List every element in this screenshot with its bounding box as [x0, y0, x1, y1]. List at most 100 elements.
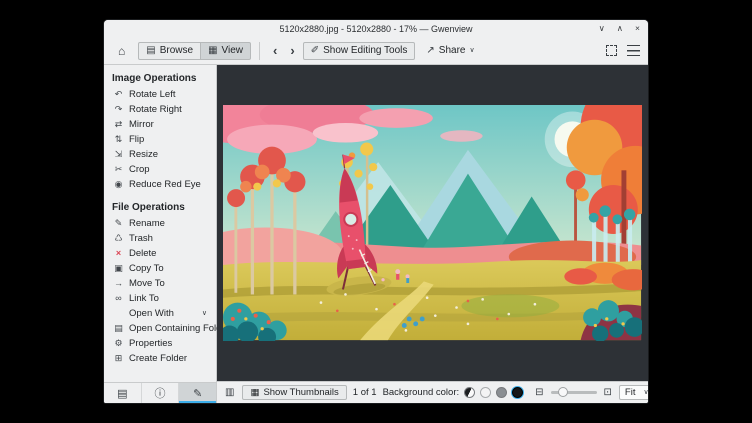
view-label: View	[222, 46, 244, 56]
sidebar-tab-bar: ▤ ⓘ ✎	[104, 382, 216, 403]
toolbar-right-group	[606, 45, 642, 56]
operations-sidebar: Image Operations ↶ Rotate Left ↷ Rotate …	[104, 65, 217, 403]
show-editing-tools-label: Show Editing Tools	[323, 46, 407, 56]
zoom-controls: ⊟ ⊡ Fit ∨	[533, 385, 648, 401]
background-auto-swatch[interactable]	[464, 387, 475, 398]
information-tab[interactable]: ⓘ	[142, 383, 180, 403]
select-region-icon[interactable]	[606, 45, 617, 56]
reduce-red-eye-item[interactable]: ◉ Reduce Red Eye	[104, 177, 216, 192]
mirror-item[interactable]: ⇄ Mirror	[104, 117, 216, 132]
zoom-out-icon[interactable]: ⊟	[533, 388, 545, 398]
delete-item[interactable]: × Delete	[104, 246, 216, 261]
rotate-right-icon: ↷	[113, 105, 124, 114]
rename-item[interactable]: ✎ Rename	[104, 216, 216, 231]
thumbnail-bar-icon[interactable]: ▥	[223, 388, 236, 398]
share-button[interactable]: ↗ Share ∨	[418, 42, 482, 60]
pencil-icon: ✎	[193, 387, 202, 400]
edit-tab[interactable]: ✎	[179, 383, 216, 403]
properties-item[interactable]: ⚙ Properties	[104, 336, 216, 351]
rotate-left-label: Rotate Left	[129, 89, 175, 100]
copy-icon: ▣	[113, 264, 124, 273]
mode-switcher: ▤ Browse ▦ View	[138, 42, 251, 60]
thumbnails-grid-icon: ▦	[250, 388, 259, 398]
background-color-group: Background color:	[383, 387, 524, 398]
link-to-item[interactable]: ∞ Link To	[104, 291, 216, 306]
delete-icon: ×	[113, 249, 124, 258]
background-light-swatch[interactable]	[480, 387, 491, 398]
background-gray-swatch[interactable]	[496, 387, 507, 398]
chevron-down-icon: ∨	[202, 308, 210, 319]
move-icon: →	[113, 279, 124, 288]
zoom-mode-dropdown[interactable]: Fit ∨	[619, 385, 648, 401]
move-to-label: Move To	[129, 278, 165, 289]
background-color-label: Background color:	[383, 387, 460, 398]
red-eye-icon: ◉	[113, 180, 124, 189]
open-containing-folder-item[interactable]: ▤ Open Containing Folder	[104, 321, 216, 336]
next-button[interactable]: ›	[285, 44, 299, 57]
folder-tab[interactable]: ▤	[104, 383, 142, 403]
hamburger-menu-button[interactable]	[627, 45, 640, 56]
create-folder-icon: ⊞	[113, 354, 124, 363]
open-with-item[interactable]: Open With ∨	[104, 306, 216, 321]
mirror-icon: ⇄	[113, 120, 124, 129]
image-viewer	[217, 65, 648, 381]
show-editing-tools-button[interactable]: ✐ Show Editing Tools	[303, 42, 416, 60]
properties-icon: ⚙	[113, 339, 124, 348]
home-icon: ⌂	[118, 45, 125, 57]
chevron-down-icon: ∨	[469, 47, 474, 54]
minimize-button[interactable]: ∨	[599, 24, 605, 33]
status-bar: ▥ ▦ Show Thumbnails 1 of 1 Background co…	[217, 381, 648, 403]
rotate-left-icon: ↶	[113, 90, 124, 99]
mirror-label: Mirror	[129, 119, 154, 130]
app-body: Image Operations ↶ Rotate Left ↷ Rotate …	[104, 65, 648, 403]
trash-item[interactable]: ♺ Trash	[104, 231, 216, 246]
maximize-button[interactable]: ∧	[617, 24, 623, 33]
create-folder-item[interactable]: ⊞ Create Folder	[104, 351, 216, 366]
window-controls: ∨ ∧ ×	[599, 24, 648, 33]
gwenview-window: 5120x2880.jpg - 5120x2880 - 17% — Gwenvi…	[104, 20, 648, 403]
zoom-slider-thumb[interactable]	[558, 387, 568, 397]
trash-label: Trash	[129, 233, 153, 244]
home-button[interactable]: ⌂	[110, 41, 133, 61]
show-thumbnails-label: Show Thumbnails	[263, 388, 338, 398]
resize-label: Resize	[129, 149, 158, 160]
flip-label: Flip	[129, 134, 144, 145]
share-label: Share	[439, 46, 466, 56]
crop-item[interactable]: ✂ Crop	[104, 162, 216, 177]
background-dark-swatch[interactable]	[512, 387, 523, 398]
flip-icon: ⇅	[113, 135, 124, 144]
copy-to-item[interactable]: ▣ Copy To	[104, 261, 216, 276]
link-to-label: Link To	[129, 293, 159, 304]
delete-label: Delete	[129, 248, 156, 259]
move-to-item[interactable]: → Move To	[104, 276, 216, 291]
crop-label: Crop	[129, 164, 150, 175]
copy-to-label: Copy To	[129, 263, 164, 274]
artwork-image	[223, 105, 641, 340]
crop-icon: ✂	[113, 165, 124, 174]
zoom-fit-icon[interactable]: ⊡	[602, 388, 614, 398]
rename-icon: ✎	[113, 219, 124, 228]
rotate-left-item[interactable]: ↶ Rotate Left	[104, 87, 216, 102]
folder-icon: ▤	[113, 324, 124, 333]
view-mode-button[interactable]: ▦ View	[200, 42, 251, 60]
previous-button[interactable]: ‹	[268, 44, 282, 57]
editing-tools-icon: ✐	[311, 46, 319, 56]
open-with-label: Open With	[129, 308, 174, 319]
close-button[interactable]: ×	[635, 24, 640, 33]
browse-icon: ▤	[146, 46, 155, 56]
resize-item[interactable]: ⇲ Resize	[104, 147, 216, 162]
toolbar-separator	[259, 42, 260, 60]
info-icon: ⓘ	[155, 385, 166, 401]
zoom-slider[interactable]	[551, 391, 597, 394]
create-folder-label: Create Folder	[129, 353, 187, 364]
show-thumbnails-button[interactable]: ▦ Show Thumbnails	[242, 385, 346, 401]
browse-mode-button[interactable]: ▤ Browse	[138, 42, 201, 60]
rotate-right-label: Rotate Right	[129, 104, 182, 115]
main-area: ▥ ▦ Show Thumbnails 1 of 1 Background co…	[217, 65, 648, 403]
folder-icon: ▤	[117, 387, 127, 400]
flip-item[interactable]: ⇅ Flip	[104, 132, 216, 147]
chevron-down-icon: ∨	[643, 389, 648, 396]
titlebar[interactable]: 5120x2880.jpg - 5120x2880 - 17% — Gwenvi…	[104, 20, 648, 37]
image-icon: ▦	[208, 46, 217, 56]
rotate-right-item[interactable]: ↷ Rotate Right	[104, 102, 216, 117]
